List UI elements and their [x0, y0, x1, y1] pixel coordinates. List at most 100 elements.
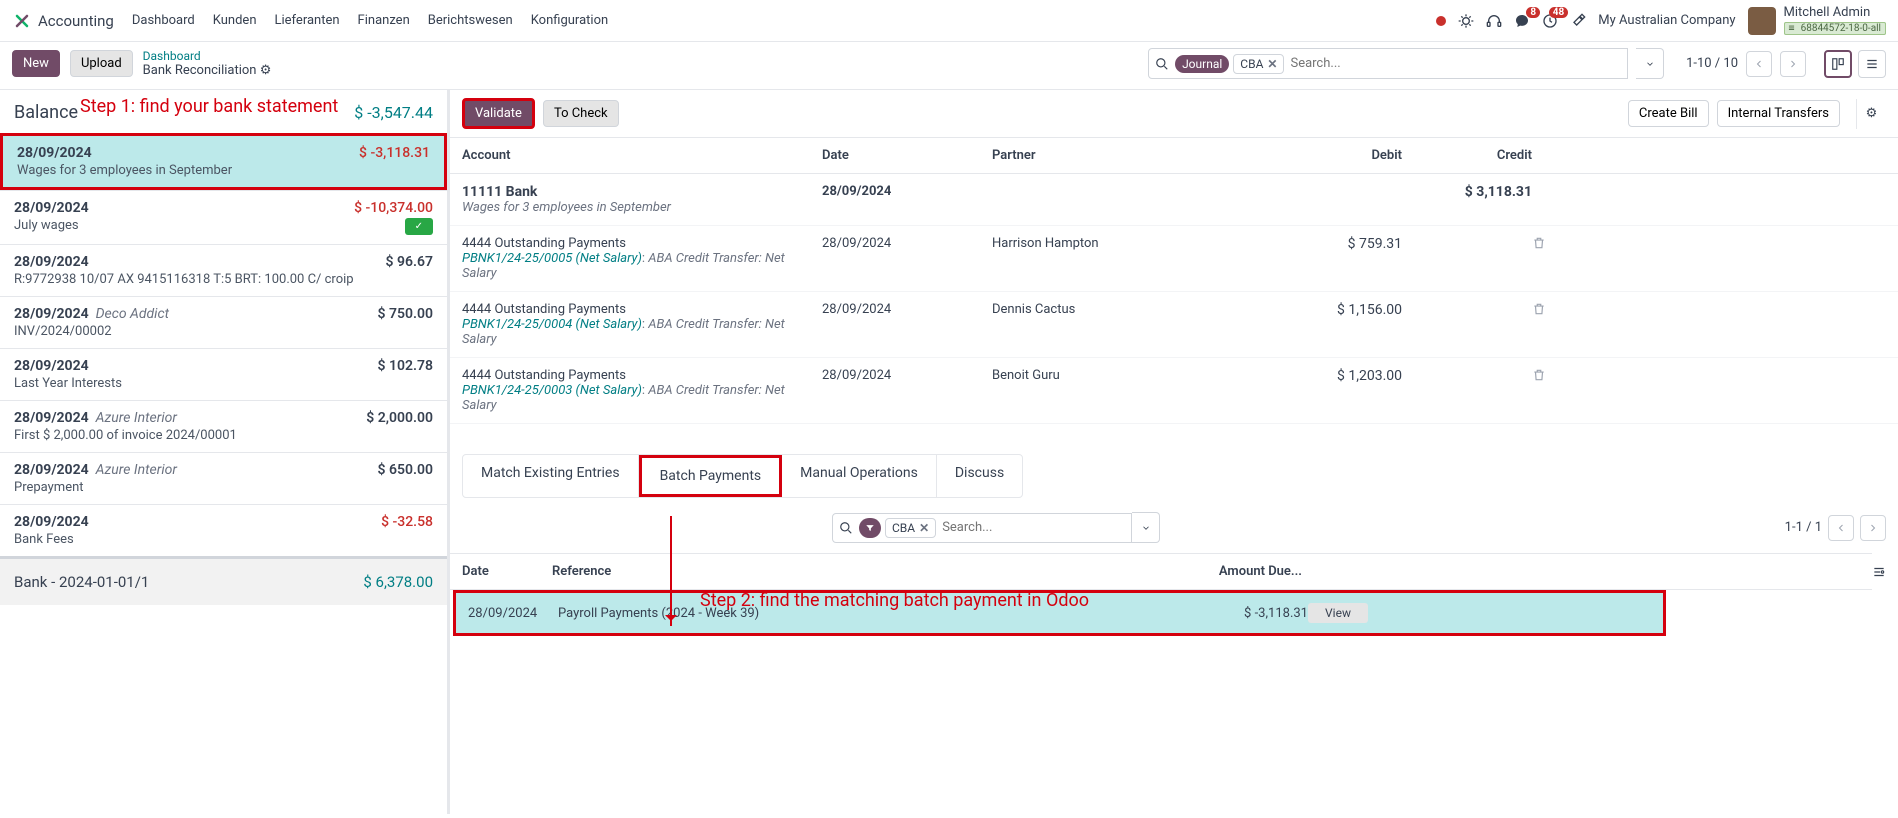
chevron-right-icon: [1787, 58, 1799, 70]
th-credit: Credit: [1402, 148, 1532, 163]
batch-view-button[interactable]: View: [1308, 603, 1368, 623]
statement-footer[interactable]: Bank - 2024-01-01/1 $ 6,378.00: [0, 556, 447, 605]
filter-facet-icon[interactable]: [859, 518, 881, 538]
delete-line-icon[interactable]: [1532, 236, 1558, 250]
view-kanban[interactable]: [1824, 50, 1852, 78]
detail-settings[interactable]: ⚙: [1856, 99, 1886, 129]
statement-item[interactable]: 28/09/2024$ 102.78Last Year Interests: [0, 348, 447, 400]
batch-search-dropdown[interactable]: [1132, 512, 1160, 543]
tab-discuss[interactable]: Discuss: [937, 455, 1022, 497]
nav-customers[interactable]: Kunden: [213, 13, 257, 28]
search-box[interactable]: Journal CBA ✕: [1148, 48, 1628, 79]
balance-amount: $ -3,547.44: [354, 103, 433, 122]
breadcrumb-dashboard[interactable]: Dashboard: [143, 49, 272, 63]
db-tag: ≡ 68844572-18-0-all: [1784, 22, 1886, 35]
statement-item[interactable]: 28/09/2024 Azure Interior$ 650.00Prepaym…: [0, 452, 447, 504]
nav-vendors[interactable]: Lieferanten: [275, 13, 340, 28]
statement-item[interactable]: 28/09/2024$ -32.58Bank Fees: [0, 504, 447, 556]
subheader: New Upload Dashboard Bank Reconciliation…: [0, 42, 1898, 90]
detail-actions: Validate To Check Create Bill Internal T…: [450, 90, 1898, 138]
footer-amount: $ 6,378.00: [363, 573, 433, 591]
search-facet-value[interactable]: CBA ✕: [1233, 54, 1284, 74]
validate-button[interactable]: Validate: [462, 98, 535, 129]
clock-icon[interactable]: 48: [1542, 13, 1558, 29]
upload-button[interactable]: Upload: [70, 50, 133, 77]
search-icon: [839, 521, 853, 535]
headset-icon[interactable]: [1486, 13, 1502, 29]
nav-finance[interactable]: Finanzen: [358, 13, 410, 28]
tab-batch-payments[interactable]: Batch Payments: [639, 455, 783, 497]
facet-remove-icon[interactable]: ✕: [1267, 57, 1277, 71]
statement-item[interactable]: 28/09/2024 Azure Interior$ 2,000.00First…: [0, 400, 447, 452]
pager-prev[interactable]: [1746, 51, 1772, 77]
main: Balance $ -3,547.44 Step 1: find your ba…: [0, 90, 1898, 814]
view-switcher: [1824, 50, 1886, 78]
list-icon: [1865, 57, 1879, 71]
bug-icon[interactable]: [1458, 13, 1474, 29]
check-icon: ✓: [405, 218, 433, 235]
bth-ref: Reference: [552, 564, 1172, 579]
chevron-right-icon: [1867, 522, 1879, 534]
search-dropdown[interactable]: [1636, 48, 1664, 79]
batch-ref: Payroll Payments (2024 - Week 39): [558, 606, 1178, 621]
chat-badge: 8: [1526, 7, 1540, 18]
nav-config[interactable]: Konfiguration: [531, 13, 608, 28]
batch-pager: 1-1 / 1: [1785, 515, 1886, 541]
th-date: Date: [822, 148, 992, 163]
match-tabs: Match Existing Entries Batch Payments Ma…: [462, 454, 1023, 498]
batch-headers: Date Reference Amount Due...: [450, 553, 1872, 590]
columns-icon[interactable]: [1872, 565, 1898, 579]
batch-pager-prev[interactable]: [1828, 515, 1854, 541]
journal-line: 11111 BankWages for 3 employees in Septe…: [450, 174, 1898, 226]
top-navbar: Accounting Dashboard Kunden Lieferanten …: [0, 0, 1898, 42]
tab-manual-operations[interactable]: Manual Operations: [782, 455, 937, 497]
search-icon: [1155, 57, 1169, 71]
batch-search-input[interactable]: [936, 520, 1125, 535]
balance-label: Balance: [14, 102, 78, 123]
batch-row[interactable]: 28/09/2024 Payroll Payments (2024 - Week…: [456, 593, 1663, 633]
pager: 1-10 / 10: [1686, 51, 1806, 77]
delete-line-icon[interactable]: [1532, 302, 1558, 316]
new-button[interactable]: New: [12, 50, 60, 77]
gear-icon[interactable]: ⚙: [260, 63, 272, 78]
create-bill-button[interactable]: Create Bill: [1628, 100, 1709, 127]
nav-reporting[interactable]: Berichtswesen: [428, 13, 513, 28]
statement-list: Balance $ -3,547.44 Step 1: find your ba…: [0, 90, 450, 814]
nav-dashboard[interactable]: Dashboard: [132, 13, 195, 28]
statement-item[interactable]: 28/09/2024 Deco Addict$ 750.00INV/2024/0…: [0, 296, 447, 348]
internal-transfers-button[interactable]: Internal Transfers: [1717, 100, 1840, 127]
clock-badge: 48: [1549, 7, 1568, 18]
tools-icon[interactable]: [1570, 13, 1586, 29]
to-check-button[interactable]: To Check: [543, 100, 619, 127]
search-input[interactable]: [1284, 56, 1621, 71]
breadcrumb: Dashboard Bank Reconciliation ⚙: [143, 49, 272, 79]
reconciliation-detail: Step 3: cross-check .validate Validate T…: [450, 90, 1898, 814]
chevron-left-icon: [1753, 58, 1765, 70]
batch-pager-next[interactable]: [1860, 515, 1886, 541]
th-debit: Debit: [1272, 148, 1402, 163]
user-menu[interactable]: Mitchell Admin ≡ 68844572-18-0-all: [1748, 6, 1886, 35]
company-selector[interactable]: My Australian Company: [1598, 13, 1735, 28]
brand-text: Accounting: [38, 12, 114, 30]
tab-match-existing[interactable]: Match Existing Entries: [463, 455, 639, 497]
bth-due: Amount Due...: [1172, 564, 1302, 579]
batch-toolbar: CBA ✕ 1-1 / 1: [450, 508, 1898, 553]
delete-line-icon[interactable]: [1532, 368, 1558, 382]
brand[interactable]: Accounting: [12, 11, 114, 31]
statement-item[interactable]: 28/09/2024$ -10,374.00July wages✓: [0, 190, 447, 244]
journal-line: 4444 Outstanding PaymentsPBNK1/24-25/000…: [450, 292, 1898, 358]
batch-facet-value[interactable]: CBA ✕: [885, 518, 936, 538]
recording-dot-icon[interactable]: [1436, 16, 1446, 26]
batch-search[interactable]: CBA ✕: [832, 513, 1132, 543]
line-headers: Account Date Partner Debit Credit: [450, 138, 1898, 174]
pager-next[interactable]: [1780, 51, 1806, 77]
chat-icon[interactable]: 8: [1514, 13, 1530, 29]
view-list[interactable]: [1858, 50, 1886, 78]
facet-remove-icon[interactable]: ✕: [919, 521, 929, 535]
caret-down-icon: [1141, 523, 1151, 533]
search-facet-journal[interactable]: Journal: [1175, 55, 1229, 73]
statement-item[interactable]: 28/09/2024$ -3,118.31Wages for 3 employe…: [0, 133, 447, 190]
chevron-left-icon: [1835, 522, 1847, 534]
th-partner: Partner: [992, 148, 1272, 163]
statement-item[interactable]: 28/09/2024$ 96.67R:9772938 10/07 AX 9415…: [0, 244, 447, 296]
